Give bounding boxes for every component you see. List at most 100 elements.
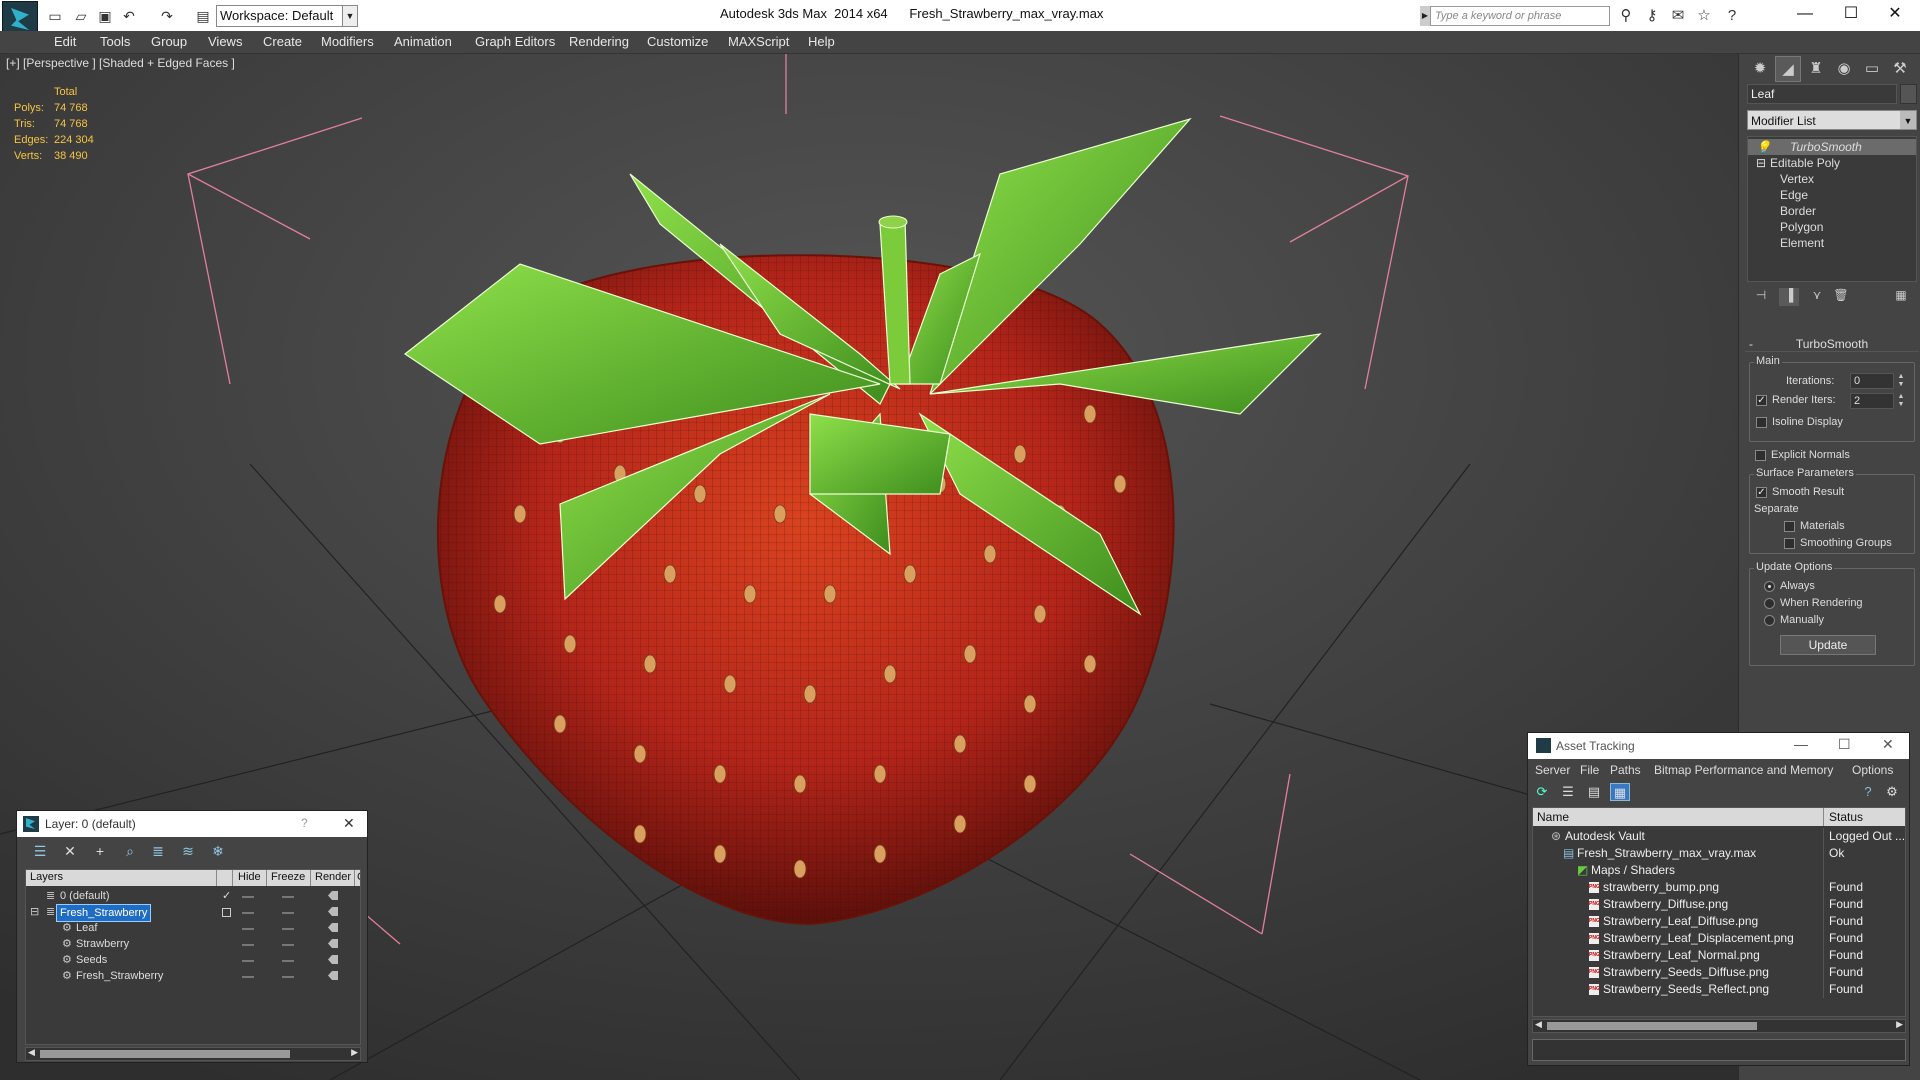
save-file-icon[interactable]: ▣	[94, 5, 116, 27]
stack-item-turbosmooth[interactable]: 💡 TurboSmooth	[1748, 139, 1916, 155]
manually-radio[interactable]	[1764, 615, 1775, 626]
layer-window-titlebar[interactable]: Layer: 0 (default) ? ✕	[17, 811, 367, 837]
layer-manager-icon[interactable]: ☰	[29, 841, 51, 861]
add-layer-icon[interactable]: +	[89, 841, 111, 861]
asset-row[interactable]: ▤ Fresh_Strawberry_max_vray.max Ok	[1533, 845, 1905, 862]
stack-item-editable-poly[interactable]: ⊟ Editable Poly	[1748, 155, 1916, 171]
freeze-all-icon[interactable]: ❄	[207, 841, 229, 861]
hierarchy-tab-icon[interactable]: ♜	[1803, 56, 1829, 82]
asset-row[interactable]: PNG Strawberry_Leaf_Normal.png Found	[1533, 947, 1905, 964]
menu-customize[interactable]: Customize	[647, 34, 708, 49]
asset-horizontal-scrollbar[interactable]: ◀ ▶	[1532, 1019, 1906, 1033]
maximize-button[interactable]: ☐	[1838, 736, 1851, 753]
configure-sets-icon[interactable]: ▦	[1891, 288, 1911, 306]
hide-all-icon[interactable]: ≋	[177, 841, 199, 861]
stack-item-element[interactable]: Element	[1748, 235, 1916, 251]
communication-icon[interactable]: ✉	[1668, 6, 1688, 26]
asset-row[interactable]: PNG Strawberry_Diffuse.png Found	[1533, 896, 1905, 913]
isoline-display-checkbox[interactable]	[1756, 417, 1767, 428]
remove-modifier-icon[interactable]: 🗑	[1831, 288, 1851, 306]
asset-menu-paths[interactable]: Paths	[1610, 763, 1641, 777]
chevron-left-icon[interactable]: ◀	[28, 1047, 35, 1058]
settings-icon[interactable]: ⚙	[1882, 783, 1902, 801]
object-name-field[interactable]: Leaf	[1747, 84, 1897, 104]
asset-row[interactable]: PNG Strawberry_Leaf_Displacement.png Fou…	[1533, 930, 1905, 947]
when-rendering-radio[interactable]	[1764, 598, 1775, 609]
help-icon[interactable]: ?	[1858, 783, 1878, 801]
scrollbar-thumb[interactable]	[1547, 1022, 1757, 1030]
menu-help[interactable]: Help	[808, 34, 835, 49]
asset-menu-server[interactable]: Server	[1535, 763, 1570, 777]
chevron-right-icon[interactable]: ▶	[351, 1047, 358, 1058]
make-unique-icon[interactable]: ⋎	[1807, 288, 1827, 306]
binoculars-icon[interactable]: ⚲	[1616, 6, 1636, 26]
object-color-swatch[interactable]	[1900, 84, 1917, 104]
always-radio[interactable]	[1764, 581, 1775, 592]
detail-view-icon[interactable]: ▤	[1584, 783, 1604, 801]
display-tab-icon[interactable]: ▭	[1859, 56, 1885, 82]
menu-graph-editors[interactable]: Graph Editors	[475, 34, 555, 49]
menu-animation[interactable]: Animation	[394, 34, 452, 49]
select-objects-icon[interactable]: ⌕	[119, 841, 141, 861]
menu-rendering[interactable]: Rendering	[569, 34, 629, 49]
asset-window-titlebar[interactable]: Asset Tracking — ☐ ✕	[1528, 733, 1909, 759]
maximize-button[interactable]: ☐	[1828, 0, 1874, 30]
render-iters-checkbox[interactable]: ✓	[1756, 395, 1767, 406]
spinner-arrows-icon[interactable]: ▲ ▼	[1896, 393, 1906, 409]
viewport-label[interactable]: [+] [Perspective ] [Shaded + Edged Faces…	[6, 56, 235, 70]
stack-item-vertex[interactable]: Vertex	[1748, 171, 1916, 187]
layer-list[interactable]: Layers Hide Freeze Render C ≣ 0 (default…	[25, 869, 361, 1045]
asset-menu-options[interactable]: Options	[1852, 763, 1893, 777]
redo-icon[interactable]: ↷	[156, 5, 178, 27]
stack-item-edge[interactable]: Edge	[1748, 187, 1916, 203]
asset-menu-file[interactable]: File	[1580, 763, 1599, 777]
smooth-result-checkbox[interactable]: ✓	[1756, 487, 1767, 498]
favorites-star-icon[interactable]: ☆	[1694, 6, 1714, 26]
subscription-icon[interactable]: ⚷	[1642, 6, 1662, 26]
layer-row[interactable]: ≣ 0 (default) ✓	[26, 888, 360, 904]
asset-list[interactable]: Name Status ⊛ Autodesk Vault Logged Out …	[1532, 807, 1906, 1017]
undo-icon[interactable]: ↶	[118, 5, 140, 27]
minimize-button[interactable]: —	[1794, 736, 1808, 752]
search-input[interactable]: Type a keyword or phrase	[1430, 6, 1610, 26]
layer-row[interactable]: ⚙ Strawberry	[26, 936, 360, 952]
show-end-result-icon[interactable]: ▐	[1779, 288, 1799, 306]
menu-views[interactable]: Views	[208, 34, 242, 49]
asset-menu-bitmap[interactable]: Bitmap Performance and Memory	[1654, 763, 1833, 777]
close-icon[interactable]: ✕	[343, 815, 355, 832]
asset-row[interactable]: PNG Strawberry_Leaf_Diffuse.png Found	[1533, 913, 1905, 930]
chevron-down-icon[interactable]: ▼	[1900, 111, 1916, 129]
menu-create[interactable]: Create	[263, 34, 302, 49]
minimize-button[interactable]: —	[1782, 0, 1828, 30]
materials-checkbox[interactable]	[1784, 521, 1795, 532]
lightbulb-icon[interactable]: 💡	[1756, 139, 1771, 155]
update-button[interactable]: Update	[1780, 635, 1876, 655]
expand-minus-icon[interactable]: ⊟	[1756, 155, 1766, 171]
new-file-icon[interactable]: ▭	[44, 5, 66, 27]
modifier-list-dropdown[interactable]: Modifier List ▼	[1747, 110, 1917, 130]
delete-layer-icon[interactable]: ✕	[59, 841, 81, 861]
layer-row[interactable]: ⚙ Seeds	[26, 952, 360, 968]
smoothing-groups-checkbox[interactable]	[1784, 538, 1795, 549]
rollout-header[interactable]: - TurboSmooth	[1745, 336, 1919, 352]
chevron-right-icon[interactable]: ▶	[1896, 1019, 1903, 1030]
menu-edit[interactable]: Edit	[54, 34, 76, 49]
help-icon[interactable]: ?	[1722, 6, 1742, 26]
project-folder-icon[interactable]: ▤	[192, 5, 214, 27]
modify-tab-icon[interactable]: ◢	[1775, 56, 1801, 82]
chevron-right-icon[interactable]: ▶	[1420, 6, 1430, 26]
table-view-icon[interactable]: ▦	[1610, 783, 1630, 801]
explicit-normals-checkbox[interactable]	[1755, 450, 1766, 461]
stack-item-polygon[interactable]: Polygon	[1748, 219, 1916, 235]
asset-path-field[interactable]	[1532, 1039, 1906, 1061]
active-layer-check-icon[interactable]: ✓	[222, 888, 231, 904]
help-button[interactable]: ?	[301, 816, 308, 830]
expand-minus-icon[interactable]: ⊟	[30, 904, 39, 920]
layer-row[interactable]: ⊟ ≣ Fresh_Strawberry	[26, 904, 360, 922]
create-tab-icon[interactable]: ✹	[1747, 56, 1773, 82]
asset-row[interactable]: ◩ Maps / Shaders	[1533, 862, 1905, 879]
workspace-dropdown[interactable]: Workspace: Default	[216, 5, 358, 27]
scrollbar-thumb[interactable]	[40, 1050, 290, 1058]
collapse-icon[interactable]: -	[1749, 336, 1753, 352]
highlight-layer-icon[interactable]: ≣	[147, 841, 169, 861]
